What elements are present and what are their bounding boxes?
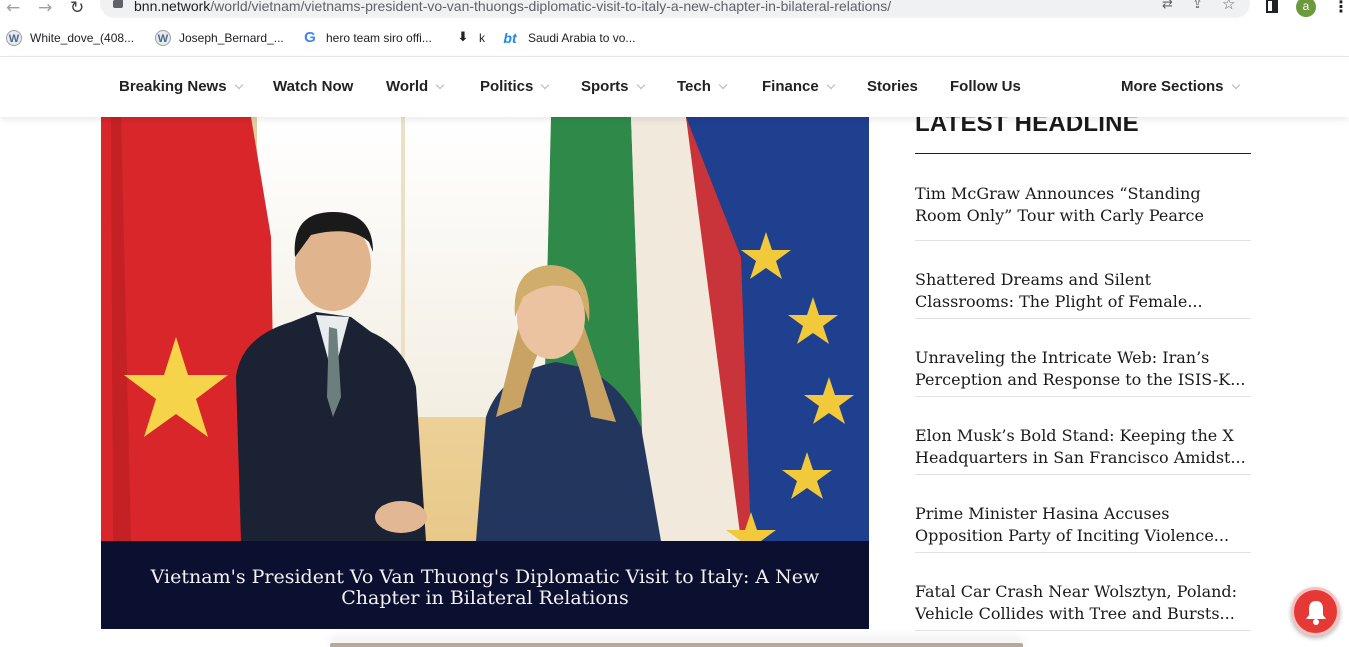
nav-label: More Sections <box>1121 78 1224 95</box>
headline-link[interactable]: Unraveling the Intricate Web: Iran’s Per… <box>915 347 1251 391</box>
nav-world[interactable]: World <box>386 78 445 95</box>
headline-item[interactable]: Shattered Dreams and Silent Classrooms: … <box>915 241 1251 319</box>
forward-arrow-icon[interactable]: → <box>38 0 52 18</box>
nav-label: Follow Us <box>950 78 1021 95</box>
nav-label: Tech <box>677 78 711 95</box>
side-panel-icon[interactable] <box>1266 0 1278 13</box>
handshake-photo <box>101 117 869 541</box>
headline-link[interactable]: Fatal Car Crash Near Wolsztyn, Poland: V… <box>915 581 1251 625</box>
bookmark-item[interactable]: bt Saudi Arabia to vo... <box>500 30 635 46</box>
chevron-down-icon <box>636 80 645 90</box>
nav-label: Stories <box>867 78 918 95</box>
share-icon[interactable]: ⇪ <box>1192 0 1203 12</box>
bookmark-star-icon[interactable]: ☆ <box>1222 0 1235 13</box>
bookmark-item[interactable]: W Joseph_Bernard_... <box>155 30 284 46</box>
reload-icon[interactable]: ↻ <box>70 0 84 18</box>
headline-link[interactable]: Elon Musk’s Bold Stand: Keeping the X He… <box>915 425 1251 469</box>
url-host: bnn.network <box>134 0 211 14</box>
nav-watch-now[interactable]: Watch Now <box>273 78 353 95</box>
site-navigation: Breaking News Watch Now World Politics S… <box>0 56 1349 117</box>
nav-label: Breaking News <box>119 78 227 95</box>
lock-icon[interactable] <box>113 0 123 8</box>
url-path: /world/vietnam/vietnams-president-vo-van… <box>210 0 892 14</box>
address-bar[interactable]: bnn.network/world/vietnam/vietnams-presi… <box>100 0 1250 18</box>
wikipedia-icon: W <box>6 30 22 46</box>
bookmark-item[interactable]: W White_dove_(408... <box>6 30 134 46</box>
chevron-down-icon <box>435 80 445 90</box>
nav-label: Finance <box>762 78 819 95</box>
headline-item[interactable]: Prime Minister Hasina Accuses Opposition… <box>915 475 1251 553</box>
browser-toolbar: ← → ↻ bnn.network/world/vietnam/vietnams… <box>0 0 1349 22</box>
bookmark-label: Joseph_Bernard_... <box>179 31 284 45</box>
nav-sports[interactable]: Sports <box>581 78 645 95</box>
nav-more-sections[interactable]: More Sections <box>1121 78 1240 95</box>
url-text[interactable]: bnn.network/world/vietnam/vietnams-presi… <box>134 0 891 14</box>
bookmarks-bar: W White_dove_(408... W Joseph_Bernard_..… <box>0 26 1349 54</box>
translate-icon[interactable]: ⇄ <box>1162 0 1173 12</box>
headline-item[interactable]: Unraveling the Intricate Web: Iran’s Per… <box>915 319 1251 397</box>
headline-item[interactable]: Fatal Car Crash Near Wolsztyn, Poland: V… <box>915 553 1251 631</box>
nav-breaking-news[interactable]: Breaking News <box>119 78 243 95</box>
image-caption: Vietnam's President Vo Van Thuong's Dipl… <box>150 566 820 609</box>
latest-headlines-sidebar: LATEST HEADLINE Tim McGraw Announces “St… <box>915 108 1251 631</box>
bell-icon <box>1306 601 1326 625</box>
bookmark-label: Saudi Arabia to vo... <box>528 31 636 45</box>
bt-icon: bt <box>503 30 517 46</box>
headline-item[interactable]: Elon Musk’s Bold Stand: Keeping the X He… <box>915 397 1251 475</box>
bookmark-label: hero team siro offi... <box>326 31 432 45</box>
bookmark-label: k <box>479 31 485 45</box>
nav-label: Watch Now <box>273 78 354 95</box>
nav-follow-us[interactable]: Follow Us <box>950 78 1021 95</box>
profile-avatar[interactable]: a <box>1296 0 1316 17</box>
nav-finance[interactable]: Finance <box>762 78 835 95</box>
headline-link[interactable]: Shattered Dreams and Silent Classrooms: … <box>915 269 1251 313</box>
headline-link[interactable]: Tim McGraw Announces “Standing Room Only… <box>915 183 1251 227</box>
nav-label: Politics <box>480 78 534 95</box>
google-icon: G <box>304 29 316 46</box>
next-content-edge <box>330 643 1023 647</box>
nav-label: World <box>386 78 429 95</box>
back-arrow-icon[interactable]: ← <box>6 0 20 18</box>
headline-item[interactable]: Tim McGraw Announces “Standing Room Only… <box>915 154 1251 241</box>
chevron-down-icon <box>718 80 728 90</box>
bookmark-item[interactable]: G hero team siro offi... <box>302 30 432 46</box>
browser-menu-icon[interactable]: ⋮ <box>1333 0 1349 16</box>
notification-bell-button[interactable] <box>1291 587 1340 636</box>
chevron-down-icon <box>826 80 835 90</box>
headline-link[interactable]: Prime Minister Hasina Accuses Opposition… <box>915 503 1251 547</box>
download-icon: ⬇ <box>457 30 469 45</box>
chevron-down-icon <box>541 80 550 90</box>
nav-politics[interactable]: Politics <box>480 78 550 95</box>
article-hero-image[interactable]: Vietnam's President Vo Van Thuong's Dipl… <box>101 117 869 629</box>
bookmark-label: White_dove_(408... <box>30 31 135 45</box>
wikipedia-icon: W <box>155 30 171 46</box>
nav-stories[interactable]: Stories <box>867 78 918 95</box>
nav-tech[interactable]: Tech <box>677 78 728 95</box>
nav-label: Sports <box>581 78 629 95</box>
chevron-down-icon <box>1231 80 1240 90</box>
bookmark-item[interactable]: ⬇ k <box>455 30 485 46</box>
chevron-down-icon <box>234 80 243 90</box>
